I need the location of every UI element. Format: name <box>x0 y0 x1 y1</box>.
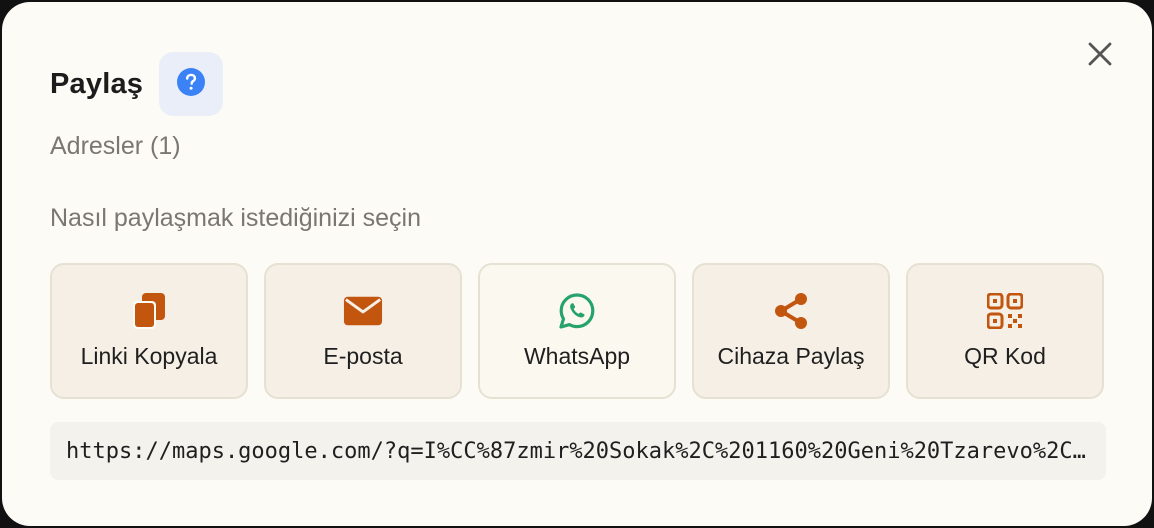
dialog-title: Paylaş <box>50 67 144 100</box>
share-icon <box>771 291 811 331</box>
copy-icon <box>129 291 169 331</box>
qr-code-label: QR Kod <box>964 343 1046 369</box>
share-url-text: https://maps.google.com/?q=I%CC%87zmir%2… <box>66 438 1090 464</box>
whatsapp-icon <box>557 291 597 331</box>
share-dialog: Paylaş Adresler (1) Nasıl paylaşmak iste… <box>2 2 1152 526</box>
share-instruction: Nasıl paylaşmak istediğinizi seçin <box>50 204 421 232</box>
qr-code-button[interactable]: QR Kod <box>906 263 1104 399</box>
whatsapp-label: WhatsApp <box>523 343 631 369</box>
share-url-field[interactable]: https://maps.google.com/?q=I%CC%87zmir%2… <box>50 422 1106 480</box>
envelope-icon <box>343 291 383 331</box>
close-icon <box>1087 41 1113 72</box>
email-button[interactable]: E-posta <box>264 263 462 399</box>
close-button[interactable] <box>1082 38 1118 74</box>
copy-link-button[interactable]: Linki Kopyala <box>50 263 248 399</box>
email-label: E-posta <box>323 343 403 369</box>
whatsapp-button[interactable]: WhatsApp <box>478 263 676 399</box>
addresses-count: Adresler (1) <box>50 132 181 160</box>
question-circle-icon <box>176 67 206 102</box>
help-button[interactable] <box>159 52 224 116</box>
qr-code-icon <box>985 291 1025 331</box>
device-share-label: Cihaza Paylaş <box>717 343 865 369</box>
share-options: Linki Kopyala E-posta WhatsApp Cihaza Pa… <box>50 263 1104 399</box>
dialog-header: Paylaş <box>50 52 224 116</box>
device-share-button[interactable]: Cihaza Paylaş <box>692 263 890 399</box>
copy-link-label: Linki Kopyala <box>80 343 218 369</box>
